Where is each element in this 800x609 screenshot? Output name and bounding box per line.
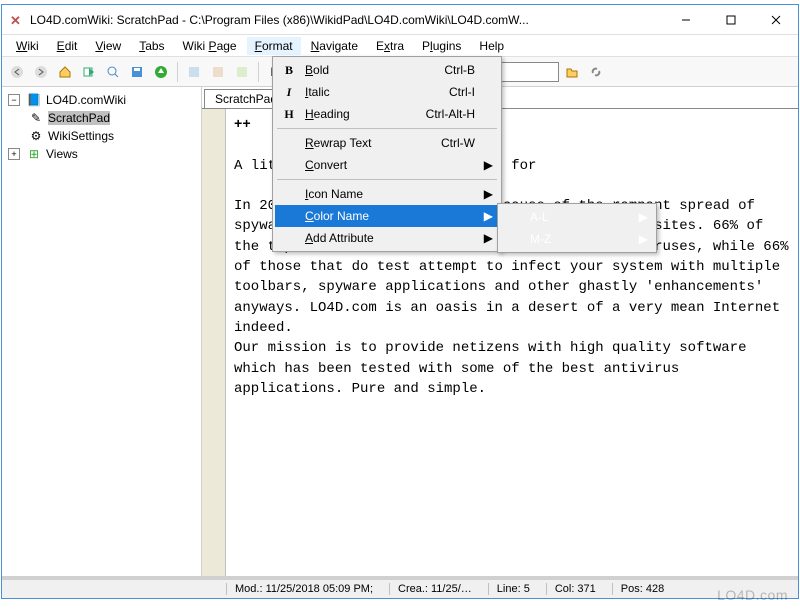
- wiki-icon: 📘: [26, 92, 42, 108]
- tree-views[interactable]: + ⊞ Views: [6, 145, 197, 163]
- watermark: LO4D.com: [717, 587, 788, 603]
- menu-wikipage[interactable]: Wiki Page: [175, 37, 245, 55]
- tree-view[interactable]: − 📘 LO4D.comWiki ✎ ScratchPad ⚙ WikiSett…: [2, 87, 202, 576]
- tool-c[interactable]: [231, 61, 253, 83]
- tree-scratchpad[interactable]: ✎ ScratchPad: [6, 109, 197, 127]
- chevron-right-icon: ▶: [484, 158, 493, 172]
- gutter: [202, 109, 226, 576]
- goto-button[interactable]: [78, 61, 100, 83]
- format-bold[interactable]: B Bold Ctrl-B: [275, 59, 499, 81]
- heading-icon: H: [279, 107, 299, 122]
- color-name-submenu: A-L ▶ M-Z ▶: [497, 203, 657, 253]
- tree-wikisettings[interactable]: ⚙ WikiSettings: [6, 127, 197, 145]
- folder-button[interactable]: [561, 61, 583, 83]
- window-controls: [663, 5, 798, 34]
- format-add-attribute[interactable]: Add Attribute ▶: [275, 227, 499, 249]
- format-convert[interactable]: Convert ▶: [275, 154, 499, 176]
- menu-navigate[interactable]: Navigate: [303, 37, 366, 55]
- up-button[interactable]: [150, 61, 172, 83]
- separator: [277, 179, 497, 180]
- home-button[interactable]: [54, 61, 76, 83]
- collapse-icon[interactable]: −: [8, 94, 20, 106]
- status-col: Col: 371: [546, 583, 596, 595]
- minimize-button[interactable]: [663, 5, 708, 34]
- chevron-right-icon: ▶: [484, 187, 493, 201]
- menubar: Wiki Edit View Tabs Wiki Page Format Nav…: [2, 35, 798, 57]
- save-button[interactable]: [126, 61, 148, 83]
- status-mod: Mod.: 11/25/2018 05:09 PM;: [226, 583, 373, 595]
- italic-icon: I: [279, 85, 299, 100]
- format-color-name[interactable]: Color Name ▶ A-L ▶ M-Z ▶: [275, 205, 499, 227]
- color-al[interactable]: A-L ▶: [500, 206, 654, 228]
- status-pos: Pos: 428: [612, 583, 664, 595]
- gear-icon: ⚙: [28, 128, 44, 144]
- expand-icon[interactable]: +: [8, 148, 20, 160]
- chevron-right-icon: ▶: [484, 209, 493, 223]
- format-dropdown: B Bold Ctrl-B I Italic Ctrl-I H Heading …: [272, 56, 502, 252]
- close-button[interactable]: [753, 5, 798, 34]
- menu-help[interactable]: Help: [471, 37, 512, 55]
- chevron-right-icon: ▶: [639, 232, 648, 246]
- menu-wiki[interactable]: Wiki: [8, 37, 47, 55]
- chevron-right-icon: ▶: [639, 210, 648, 224]
- titlebar: ✕ LO4D.comWiki: ScratchPad - C:\Program …: [2, 5, 798, 35]
- status-crea: Crea.: 11/25/…: [389, 583, 472, 595]
- views-icon: ⊞: [26, 146, 42, 162]
- statusbar: Mod.: 11/25/2018 05:09 PM; Crea.: 11/25/…: [2, 576, 798, 598]
- tool-a[interactable]: [183, 61, 205, 83]
- app-window: ✕ LO4D.comWiki: ScratchPad - C:\Program …: [1, 4, 799, 599]
- bold-icon: B: [279, 63, 299, 78]
- format-icon-name[interactable]: Icon Name ▶: [275, 183, 499, 205]
- tree-root[interactable]: − 📘 LO4D.comWiki: [6, 91, 197, 109]
- forward-button[interactable]: [30, 61, 52, 83]
- maximize-button[interactable]: [708, 5, 753, 34]
- app-icon: ✕: [10, 13, 24, 27]
- menu-edit[interactable]: Edit: [49, 37, 86, 55]
- menu-view[interactable]: View: [87, 37, 129, 55]
- window-title: LO4D.comWiki: ScratchPad - C:\Program Fi…: [30, 13, 663, 27]
- chevron-right-icon: ▶: [484, 231, 493, 245]
- tool-b[interactable]: [207, 61, 229, 83]
- status-line: Line: 5: [488, 583, 530, 595]
- menu-tabs[interactable]: Tabs: [131, 37, 172, 55]
- menu-format[interactable]: Format: [247, 37, 301, 55]
- separator: [258, 62, 259, 82]
- back-button[interactable]: [6, 61, 28, 83]
- pencil-icon: ✎: [28, 110, 44, 126]
- separator: [177, 62, 178, 82]
- menu-extra[interactable]: Extra: [368, 37, 412, 55]
- format-italic[interactable]: I Italic Ctrl-I: [275, 81, 499, 103]
- link-button[interactable]: [585, 61, 607, 83]
- separator: [277, 128, 497, 129]
- format-heading[interactable]: H Heading Ctrl-Alt-H: [275, 103, 499, 125]
- format-rewrap[interactable]: Rewrap Text Ctrl-W: [275, 132, 499, 154]
- search-button[interactable]: [102, 61, 124, 83]
- menu-plugins[interactable]: Plugins: [414, 37, 469, 55]
- color-mz[interactable]: M-Z ▶: [500, 228, 654, 250]
